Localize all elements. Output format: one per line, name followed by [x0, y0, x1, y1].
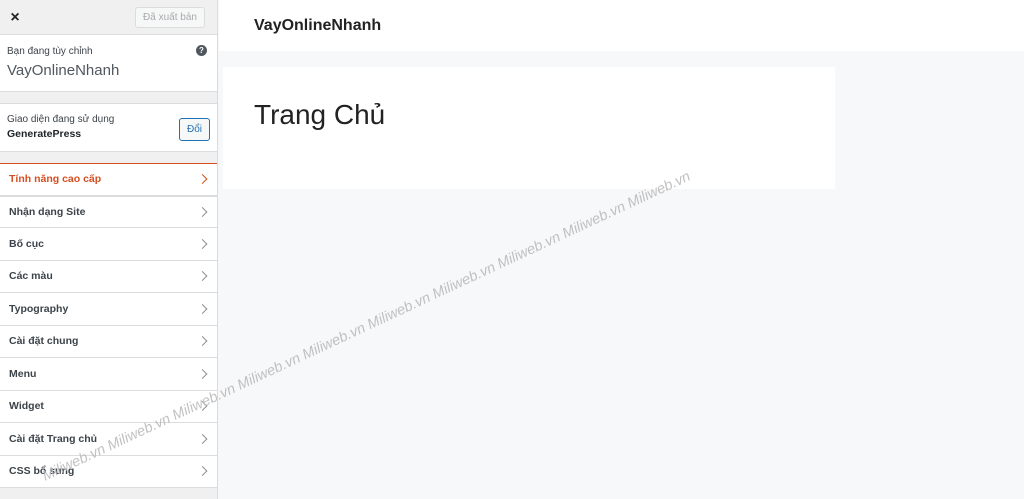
chevron-right-icon — [197, 271, 208, 282]
menu-item-homepage-settings[interactable]: Cài đặt Trang chủ — [0, 423, 217, 456]
customizing-label: Bạn đang tùy chỉnh — [7, 46, 93, 57]
menu-item-widget[interactable]: Widget — [0, 390, 217, 423]
publish-button[interactable]: Đã xuất bản — [135, 7, 205, 28]
menu-item-colors[interactable]: Các màu — [0, 260, 217, 293]
menu-item-label: Cài đặt Trang chủ — [9, 432, 98, 445]
chevron-right-icon — [197, 336, 208, 347]
menu-item-menu[interactable]: Menu — [0, 358, 217, 391]
chevron-right-icon — [197, 206, 208, 217]
menu-item-label: CSS bổ sung — [9, 465, 75, 478]
menu-item-label: Typography — [9, 302, 69, 315]
menu-item-additional-css[interactable]: CSS bổ sung — [0, 455, 217, 488]
menu-item-label: Các màu — [9, 270, 53, 283]
menu-item-label: Tính năng cao cấp — [9, 173, 102, 186]
change-theme-button[interactable]: Đổi — [179, 118, 210, 141]
chevron-right-icon — [197, 433, 208, 444]
chevron-right-icon — [197, 174, 208, 185]
customizer-sidebar: × Đã xuất bản Bạn đang tùy chỉnh VayOnli… — [0, 0, 218, 499]
menu-item-premium[interactable]: Tính năng cao cấp — [0, 163, 217, 196]
help-icon[interactable]: ? — [196, 45, 207, 56]
customizer-menu: Tính năng cao cấp Nhận dạng Site Bố cục … — [0, 163, 217, 488]
chevron-right-icon — [197, 466, 208, 477]
site-preview: VayOnlineNhanh Trang Chủ — [219, 0, 1024, 499]
chevron-right-icon — [197, 401, 208, 412]
menu-item-layout[interactable]: Bố cục — [0, 228, 217, 261]
menu-item-label: Bố cục — [9, 237, 45, 250]
menu-item-label: Widget — [9, 400, 44, 413]
page-title: Trang Chủ — [254, 99, 386, 130]
theme-panel: Giao diện đang sử dụng GeneratePress Đổi — [0, 103, 217, 152]
close-button[interactable]: × — [0, 0, 30, 35]
page-content: Trang Chủ — [223, 67, 835, 189]
menu-item-label: Cài đặt chung — [9, 335, 79, 348]
chevron-right-icon — [197, 238, 208, 249]
customizer-topbar: × Đã xuất bản — [0, 0, 217, 35]
site-title[interactable]: VayOnlineNhanh — [254, 17, 381, 35]
menu-item-site-identity[interactable]: Nhận dạng Site — [0, 195, 217, 228]
menu-item-label: Nhận dạng Site — [9, 205, 86, 218]
menu-item-general-settings[interactable]: Cài đặt chung — [0, 325, 217, 358]
customizing-info: Bạn đang tùy chỉnh VayOnlineNhanh ? — [0, 35, 217, 92]
site-header: VayOnlineNhanh — [219, 0, 1024, 51]
site-name: VayOnlineNhanh — [7, 62, 120, 79]
menu-item-typography[interactable]: Typography — [0, 293, 217, 326]
chevron-right-icon — [197, 368, 208, 379]
menu-item-label: Menu — [9, 367, 37, 380]
chevron-right-icon — [197, 303, 208, 314]
